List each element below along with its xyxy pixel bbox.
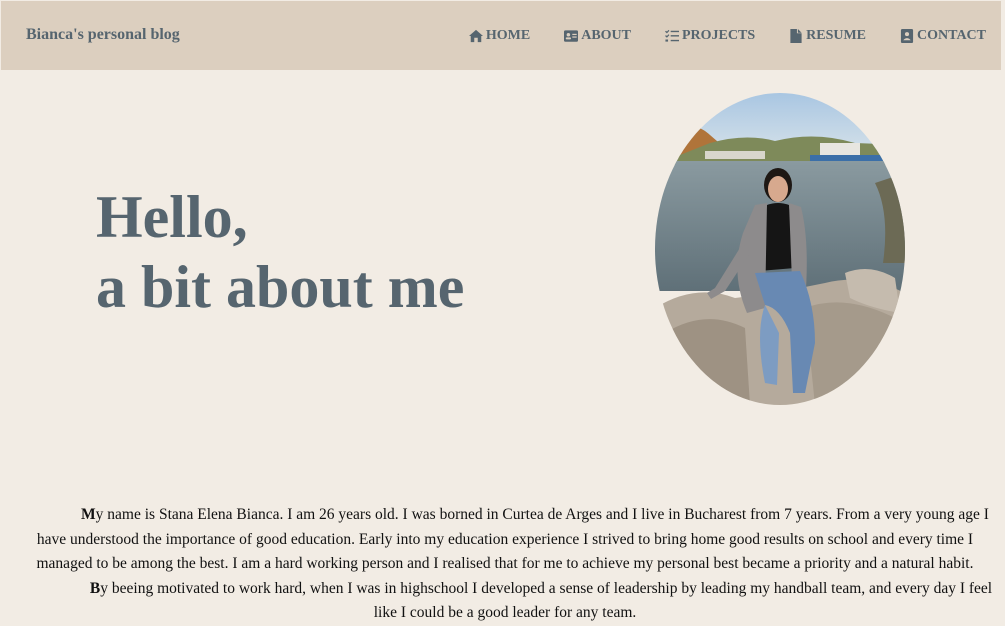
nav-about-label: ABOUT <box>581 28 631 43</box>
about-paragraph-1: My name is Stana Elena Bianca. I am 26 y… <box>10 503 1000 577</box>
file-icon <box>790 29 802 43</box>
navbar: Bianca's personal blog HOME ABOUT PROJEC… <box>1 1 1001 70</box>
nav-projects-link[interactable]: PROJECTS <box>665 28 755 44</box>
nav-links: HOME ABOUT PROJECTS RESUME CONTACT <box>468 28 986 44</box>
about-paragraph-2: By beeing motivated to work hard, when I… <box>10 577 1000 626</box>
about-paragraph-1-dropcap: M <box>81 506 96 523</box>
nav-about-link[interactable]: ABOUT <box>564 28 631 44</box>
nav-home-label: HOME <box>485 28 531 43</box>
contact-book-icon <box>900 29 914 43</box>
home-icon <box>468 29 483 43</box>
profile-photo-illustration <box>655 93 905 405</box>
nav-home-link[interactable]: HOME <box>468 28 531 44</box>
hero-line-greeting: Hello, <box>96 184 248 250</box>
about-paragraph-2-dropcap: B <box>89 579 101 597</box>
about-paragraph-2-text: y beeing motivated to work hard, when I … <box>100 579 993 622</box>
id-card-icon <box>564 30 579 42</box>
nav-contact-label: CONTACT <box>917 28 986 43</box>
nav-resume-link[interactable]: RESUME <box>789 28 866 44</box>
nav-projects-label: PROJECTS <box>682 28 756 43</box>
nav-resume-label: RESUME <box>806 28 867 43</box>
tasks-icon <box>665 29 679 42</box>
about-text: My name is Stana Elena Bianca. I am 26 y… <box>10 503 1000 626</box>
about-paragraph-1-text: y name is Stana Elena Bianca. I am 26 ye… <box>36 506 989 573</box>
profile-photo <box>655 93 905 405</box>
hero-title: Hello, a bit about me <box>96 182 464 322</box>
brand-link[interactable]: Bianca's personal blog <box>26 26 180 44</box>
hero-line-subtitle: a bit about me <box>96 254 465 320</box>
nav-contact-link[interactable]: CONTACT <box>900 28 986 44</box>
